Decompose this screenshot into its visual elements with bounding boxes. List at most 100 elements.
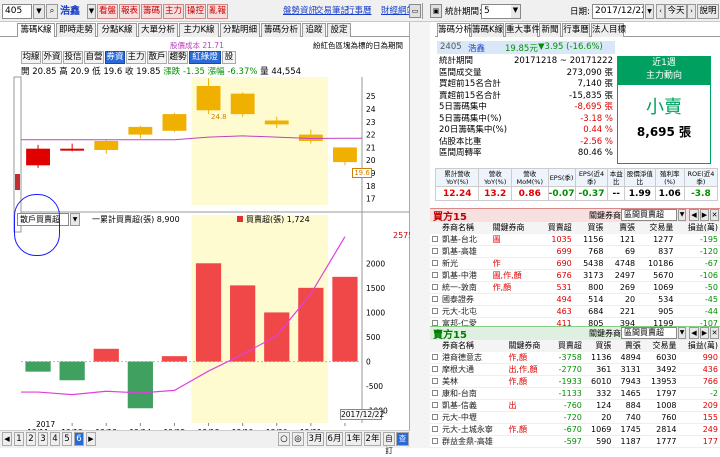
panel-splitter[interactable]	[410, 22, 430, 448]
prev-icon[interactable]: ◀	[689, 327, 699, 339]
chevron-down-icon[interactable]: ▼	[678, 209, 686, 221]
chevron-down-icon[interactable]: ▼	[70, 213, 80, 226]
prev-icon[interactable]: ◀	[689, 209, 699, 221]
table-row[interactable]: 群益金鼎-高雄-59759011871777177	[430, 435, 720, 447]
date-input[interactable]: 2017/12/22	[592, 4, 644, 19]
btn-report[interactable]: 報表	[119, 4, 140, 19]
table-row[interactable]: 摩根大通出,作,顏-277036131313492436	[430, 363, 720, 375]
range-1y[interactable]: 1年	[345, 432, 362, 446]
range-custom[interactable]: 自訂	[383, 432, 395, 446]
tab-settings[interactable]: 設定	[327, 23, 351, 37]
sellers-select[interactable]: 區間買賣超	[621, 327, 677, 339]
tab-branch-detail[interactable]: 分點明細	[220, 23, 260, 37]
period-2[interactable]: 2	[26, 432, 36, 446]
rtab-chip-analysis[interactable]: 籌碼分析	[437, 23, 470, 37]
btn-main[interactable]: 主力	[163, 4, 184, 19]
stock-code-input[interactable]: 405	[2, 4, 32, 19]
table-row[interactable]: 元大-北屯463684221905-44	[430, 305, 720, 317]
row-checkbox[interactable]	[430, 317, 440, 326]
table-row[interactable]: 元大-土城永寧作,顏-670106917452814249	[430, 423, 720, 435]
next-page-icon[interactable]: ▶	[86, 432, 96, 446]
table-row[interactable]: 凱基-中港圖,作,顏676317324975670-106	[430, 269, 720, 281]
close-icon[interactable]: ✕	[710, 327, 719, 339]
table-row[interactable]: 國泰證券49451420534-45	[430, 293, 720, 305]
row-checkbox[interactable]	[430, 293, 440, 305]
row-checkbox[interactable]	[430, 281, 440, 293]
zoom-in-icon[interactable]: ◎	[292, 432, 304, 446]
row-checkbox[interactable]	[430, 387, 440, 399]
trend-box: 小賣 8,695 張	[617, 84, 711, 164]
dropdown-icon[interactable]: ▼	[87, 4, 96, 19]
next-icon[interactable]: ▶	[700, 327, 709, 339]
table-row[interactable]: 元大-中壢-72020740760155	[430, 411, 720, 423]
tab-main-kline[interactable]: 主力K線	[179, 23, 219, 37]
table-cell: 332	[584, 387, 613, 399]
table-row[interactable]: 港商德意志作,顏-3758113648946030990	[430, 352, 720, 364]
rtab-chip-kline[interactable]: 籌碼K線	[471, 23, 504, 37]
window-icon[interactable]: ▣	[430, 4, 442, 18]
range-query[interactable]: 查價	[396, 432, 409, 446]
table-row[interactable]: 凱基-高雄69976869837-120	[430, 245, 720, 257]
btn-look[interactable]: 看盤	[97, 4, 118, 19]
btn-chip[interactable]: 籌碼	[141, 4, 162, 19]
rtab-targets[interactable]: 法人目標	[591, 23, 624, 37]
row-checkbox[interactable]	[430, 411, 440, 423]
chevron-down-icon[interactable]: ▼	[678, 327, 686, 339]
row-checkbox[interactable]	[430, 269, 440, 281]
zoom-out-icon[interactable]: ○	[278, 432, 290, 446]
chevron-down-icon[interactable]: ▼	[511, 5, 520, 18]
link-market-info[interactable]: 盤勢資訊	[283, 0, 317, 22]
next-day-icon[interactable]: ›	[687, 4, 696, 19]
row-checkbox[interactable]	[430, 305, 440, 317]
rtab-events[interactable]: 重大事件	[505, 23, 538, 37]
table-row[interactable]: 康和-台南-113333214651797-2	[430, 387, 720, 399]
btn-rumor[interactable]: 亂報	[207, 4, 228, 19]
row-checkbox[interactable]	[430, 375, 440, 387]
search-icon[interactable]: ⌕	[46, 4, 58, 19]
range-2y[interactable]: 2年	[364, 432, 381, 446]
row-checkbox[interactable]	[430, 352, 440, 364]
close-icon[interactable]: ✕	[710, 209, 719, 221]
table-cell: 出,作,顏	[506, 363, 550, 375]
tab-realtime[interactable]: 即時走勢	[56, 23, 96, 37]
tab-chip-analysis[interactable]: 籌碼分析	[261, 23, 301, 37]
table-row[interactable]: 統一-敦南作,顏5318002691069-50	[430, 281, 720, 293]
row-checkbox[interactable]	[430, 234, 440, 246]
rtab-news[interactable]: 新聞	[539, 23, 561, 37]
period-3[interactable]: 3	[38, 432, 48, 446]
help-button[interactable]: 說明	[697, 4, 719, 19]
prev-day-icon[interactable]: ‹	[656, 4, 665, 19]
tab-branch-kline[interactable]: 分點K線	[97, 23, 137, 37]
link-trade-notes[interactable]: 交易筆記	[315, 0, 349, 22]
period-1[interactable]: 1	[14, 432, 24, 446]
range-6m[interactable]: 6月	[326, 432, 343, 446]
range-3m[interactable]: 3月	[307, 432, 324, 446]
table-row[interactable]: 美林作,顏-19336010794313953766	[430, 375, 720, 387]
buyers-select[interactable]: 區間買賣超	[621, 209, 677, 221]
period-4[interactable]: 4	[50, 432, 60, 446]
tab-bigorder[interactable]: 大單分析	[138, 23, 178, 37]
period-6[interactable]: 6	[74, 432, 84, 446]
table-row[interactable]: 富邦-仁愛4118053941199-107	[430, 317, 720, 326]
btn-control[interactable]: 操控	[185, 4, 206, 19]
row-checkbox[interactable]	[430, 399, 440, 411]
tab-track[interactable]: 追蹤	[302, 23, 326, 37]
row-checkbox[interactable]	[430, 363, 440, 375]
table-row[interactable]: 新光作6905438474810186-67	[430, 257, 720, 269]
next-icon[interactable]: ▶	[700, 209, 709, 221]
prev-page-icon[interactable]: ◀	[2, 432, 12, 446]
table-row[interactable]: 凱基-台北圖103511561211277-195	[430, 234, 720, 246]
link-calendar[interactable]: 行事曆	[346, 0, 372, 22]
row-checkbox[interactable]	[430, 423, 440, 435]
period-5[interactable]: 5	[62, 432, 72, 446]
tab-chip-kline[interactable]: 籌碼K線	[17, 23, 55, 37]
chevron-down-icon[interactable]: ▼	[33, 4, 45, 19]
minimize-icon[interactable]: ▭	[409, 4, 421, 18]
row-checkbox[interactable]	[430, 435, 440, 447]
rtab-calendar[interactable]: 行事曆	[562, 23, 590, 37]
calendar-dropdown-icon[interactable]: ▼	[645, 4, 654, 19]
table-row[interactable]: 凱基-信義出-7601248841008209	[430, 399, 720, 411]
row-checkbox[interactable]	[430, 245, 440, 257]
today-button[interactable]: 今天	[665, 4, 687, 19]
row-checkbox[interactable]	[430, 257, 440, 269]
